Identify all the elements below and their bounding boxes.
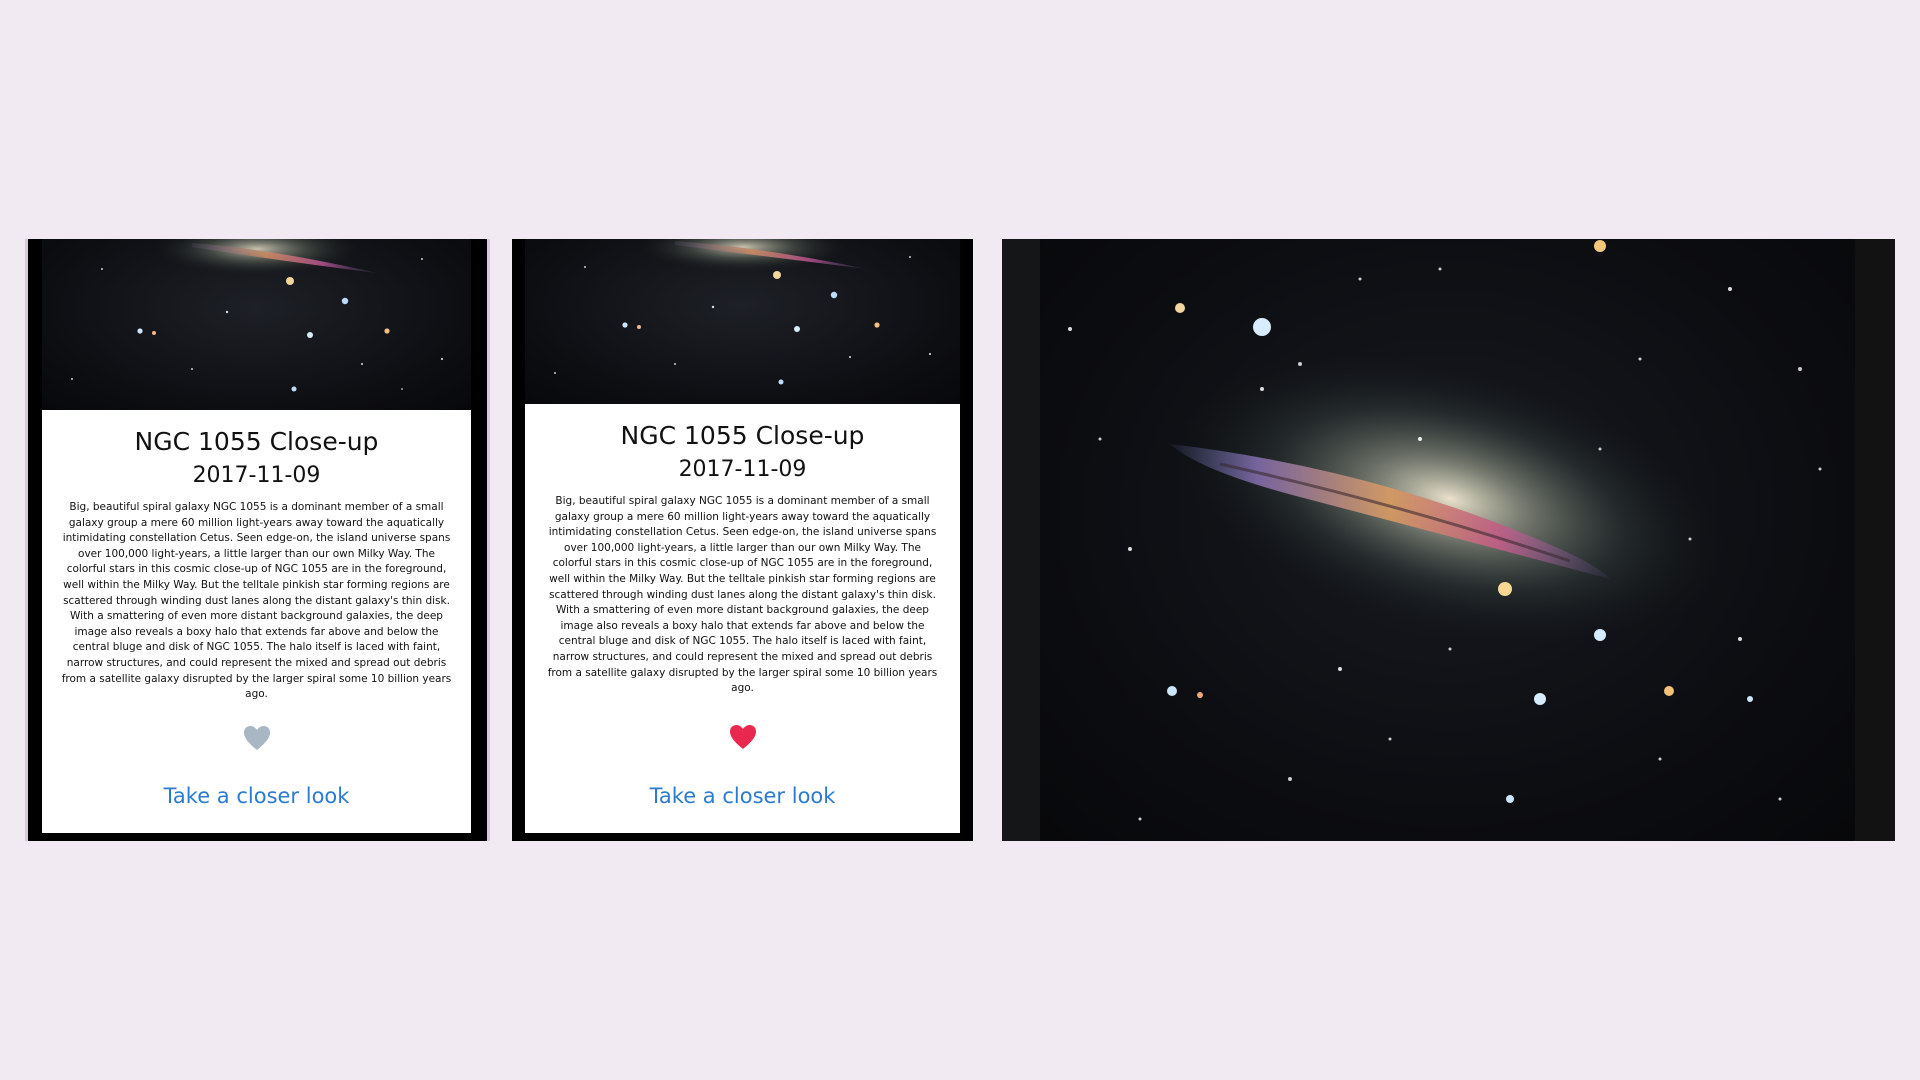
description-text: Big, beautiful spiral galaxy NGC 1055 is… (547, 495, 938, 695)
heart-icon[interactable] (243, 725, 271, 751)
take-closer-look-link[interactable]: Take a closer look (42, 784, 471, 808)
description-text: Big, beautiful spiral galaxy NGC 1055 is… (61, 501, 452, 701)
apod-detail-card: NGC 1055 Close-up 2017-11-09 Big, beauti… (525, 239, 960, 833)
page-title: NGC 1055 Close-up (134, 427, 379, 456)
full-image-view (1002, 239, 1895, 841)
letterbox-right (1855, 239, 1895, 841)
letterbox-left (1002, 239, 1040, 841)
galaxy-thumbnail-image[interactable] (42, 239, 471, 410)
phone-screen-detail-favorited: NGC 1055 Close-up 2017-11-09 Big, beauti… (512, 239, 973, 841)
take-closer-look-link[interactable]: Take a closer look (525, 784, 960, 808)
heart-icon[interactable] (729, 724, 757, 750)
date-label: 2017-11-09 (678, 457, 807, 482)
card-body: NGC 1055 Close-up 2017-11-09 Big, beauti… (42, 410, 471, 703)
page-title: NGC 1055 Close-up (620, 421, 865, 450)
date-label: 2017-11-09 (192, 463, 321, 488)
galaxy-full-image[interactable] (1040, 239, 1855, 841)
card-body: NGC 1055 Close-up 2017-11-09 Big, beauti… (525, 404, 960, 697)
galaxy-thumbnail-image[interactable] (525, 239, 960, 404)
apod-detail-card: NGC 1055 Close-up 2017-11-09 Big, beauti… (42, 239, 471, 833)
phone-screen-detail-unfavorited: NGC 1055 Close-up 2017-11-09 Big, beauti… (25, 239, 490, 841)
